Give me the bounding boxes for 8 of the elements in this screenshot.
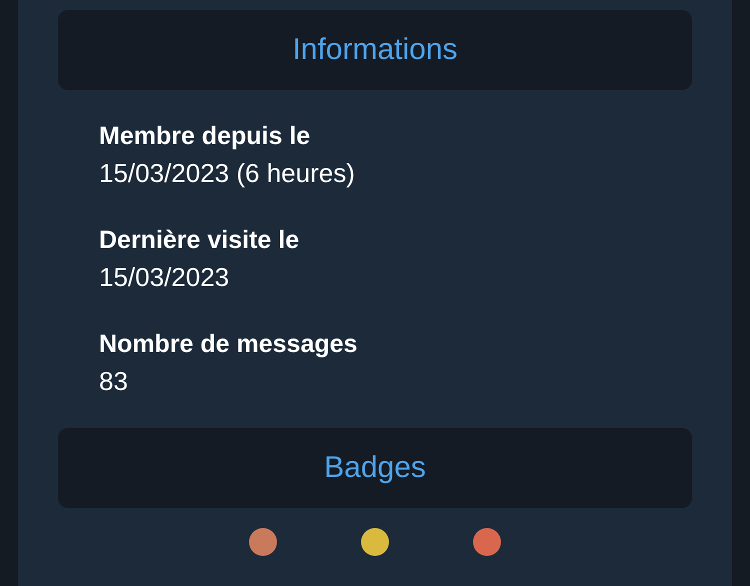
info-label: Nombre de messages (99, 329, 358, 360)
info-value: 15/03/2023 (99, 261, 230, 294)
info-label: Dernière visite le (99, 225, 300, 256)
info-label: Membre depuis le (99, 121, 312, 152)
section-header: Badges (58, 428, 692, 508)
info-value: 83 (99, 365, 129, 398)
section-header: Informations (58, 10, 692, 90)
info-value: 15/03/2023 (6 heures) (99, 157, 356, 190)
